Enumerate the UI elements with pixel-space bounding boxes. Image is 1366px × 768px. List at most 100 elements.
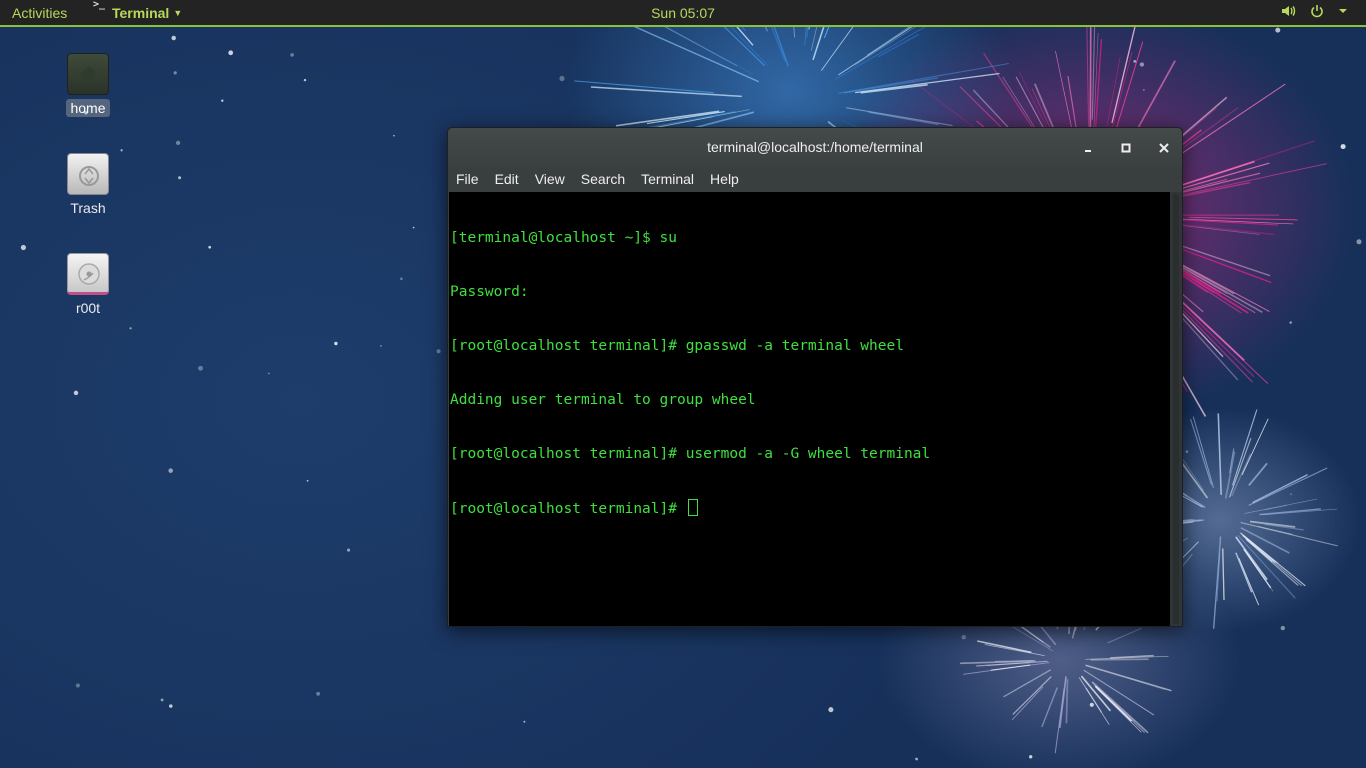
star-dot xyxy=(1356,239,1362,245)
firework-streak xyxy=(1054,688,1065,754)
window-title: terminal@localhost:/home/terminal xyxy=(707,139,923,155)
firework-streak xyxy=(1248,462,1268,487)
maximize-button[interactable] xyxy=(1116,138,1136,158)
power-icon xyxy=(1310,4,1324,18)
firework-streak xyxy=(1090,658,1149,661)
star-dot xyxy=(303,78,307,82)
star-dot xyxy=(1280,625,1286,631)
star-dot xyxy=(168,468,173,473)
drive-icon xyxy=(67,253,109,295)
star-dot xyxy=(559,75,565,82)
firework-streak xyxy=(984,644,1045,657)
star-dot xyxy=(380,345,382,347)
desktop-icon-home[interactable]: home xyxy=(53,53,123,117)
close-icon xyxy=(1159,143,1169,153)
firework-streak xyxy=(1228,437,1252,498)
top-bar: Activities >_ Terminal ▼ Sun 05:07 xyxy=(0,0,1366,27)
terminal-menubar: File Edit View Search Terminal Help xyxy=(448,168,1182,192)
terminal-line: [root@localhost terminal]# usermod -a -G… xyxy=(450,446,931,462)
star-dot xyxy=(75,683,80,688)
status-menu[interactable] xyxy=(1280,3,1348,19)
firework-streak xyxy=(1058,676,1067,729)
star-dot xyxy=(73,390,79,396)
firework-streak xyxy=(1095,668,1165,690)
terminal-cursor[interactable] xyxy=(687,499,698,516)
close-button[interactable] xyxy=(1154,138,1174,158)
menu-help[interactable]: Help xyxy=(702,168,747,192)
clock-button[interactable]: Sun 05:07 xyxy=(651,5,715,21)
star-dot xyxy=(400,277,403,281)
scrollbar-track[interactable] xyxy=(1173,194,1179,624)
star-dot xyxy=(160,698,164,702)
star-dot xyxy=(228,50,234,56)
firework-streak xyxy=(1176,223,1275,236)
desktop-icon-trash[interactable]: Trash xyxy=(53,153,123,217)
menu-edit[interactable]: Edit xyxy=(487,168,527,192)
firework-streak xyxy=(1264,504,1287,511)
firework-streak xyxy=(1096,688,1142,733)
minimize-icon xyxy=(1085,150,1091,152)
firework-streak xyxy=(838,62,1009,94)
trash-icon xyxy=(67,153,109,195)
firework-streak xyxy=(1174,218,1279,226)
star-dot xyxy=(198,365,203,371)
terminal-line: [root@localhost terminal]# gpasswd -a te… xyxy=(450,338,904,354)
app-menu-button[interactable]: >_ Terminal ▼ xyxy=(91,0,182,25)
terminal-app-icon: >_ xyxy=(93,0,106,10)
desktop-icon-label: r00t xyxy=(75,300,101,316)
terminal-line: Password: xyxy=(450,284,529,300)
star-dot xyxy=(290,53,294,57)
star-dot xyxy=(334,341,338,346)
terminal-prompt-line: [root@localhost terminal]# xyxy=(450,499,1170,517)
firework-streak xyxy=(1094,685,1133,722)
firework-streak xyxy=(1222,548,1225,601)
star-dot xyxy=(171,35,176,41)
star-dot xyxy=(1185,450,1189,453)
terminal-prompt: [root@localhost terminal]# xyxy=(450,501,686,517)
firework-streak xyxy=(1212,536,1222,629)
terminal-line: Adding user terminal to group wheel xyxy=(450,392,756,408)
star-dot xyxy=(412,226,415,229)
chevron-down-icon: ▼ xyxy=(173,7,183,18)
firework-streak xyxy=(1259,508,1321,516)
star-dot xyxy=(347,548,351,552)
firework-streak xyxy=(1012,676,1052,715)
desktop-icon-label: home xyxy=(66,99,110,117)
activities-button[interactable]: Activities xyxy=(12,5,67,21)
firework-streak xyxy=(855,72,1000,94)
star-dot xyxy=(915,757,918,761)
firework-streak xyxy=(1171,258,1270,312)
firework-streak xyxy=(1111,21,1137,124)
firework-streak xyxy=(1252,474,1308,504)
star-dot xyxy=(393,134,395,137)
star-dot xyxy=(1089,702,1094,707)
star-dot xyxy=(1290,493,1292,496)
terminal-scrollbar[interactable] xyxy=(1170,192,1182,626)
desktop-icon-label: Trash xyxy=(70,200,106,216)
star-dot xyxy=(221,99,224,102)
star-dot xyxy=(120,149,123,152)
firework-streak xyxy=(845,107,953,127)
menu-search[interactable]: Search xyxy=(573,168,633,192)
terminal-line: [terminal@localhost ~]$ su xyxy=(450,230,677,246)
firework-streak xyxy=(1231,409,1258,486)
firework-streak xyxy=(1107,627,1142,644)
terminal-output[interactable]: [terminal@localhost ~]$ su Password: [ro… xyxy=(449,192,1170,626)
star-dot xyxy=(268,372,270,375)
star-dot xyxy=(436,349,441,354)
star-dot xyxy=(523,720,526,723)
minimize-button[interactable] xyxy=(1078,138,1098,158)
star-dot xyxy=(1143,89,1145,91)
terminal-window: terminal@localhost:/home/terminal File E… xyxy=(447,127,1183,627)
menu-file[interactable]: File xyxy=(448,168,487,192)
star-dot xyxy=(173,71,177,75)
desktop-icon-r00t[interactable]: r00t xyxy=(53,253,123,317)
star-dot xyxy=(129,327,132,330)
firework-streak xyxy=(1041,687,1058,728)
star-dot xyxy=(1289,321,1292,324)
menu-terminal[interactable]: Terminal xyxy=(633,168,702,192)
window-titlebar[interactable]: terminal@localhost:/home/terminal xyxy=(448,128,1182,168)
menu-view[interactable]: View xyxy=(527,168,573,192)
star-dot xyxy=(316,691,321,696)
firework-streak xyxy=(991,664,1031,671)
